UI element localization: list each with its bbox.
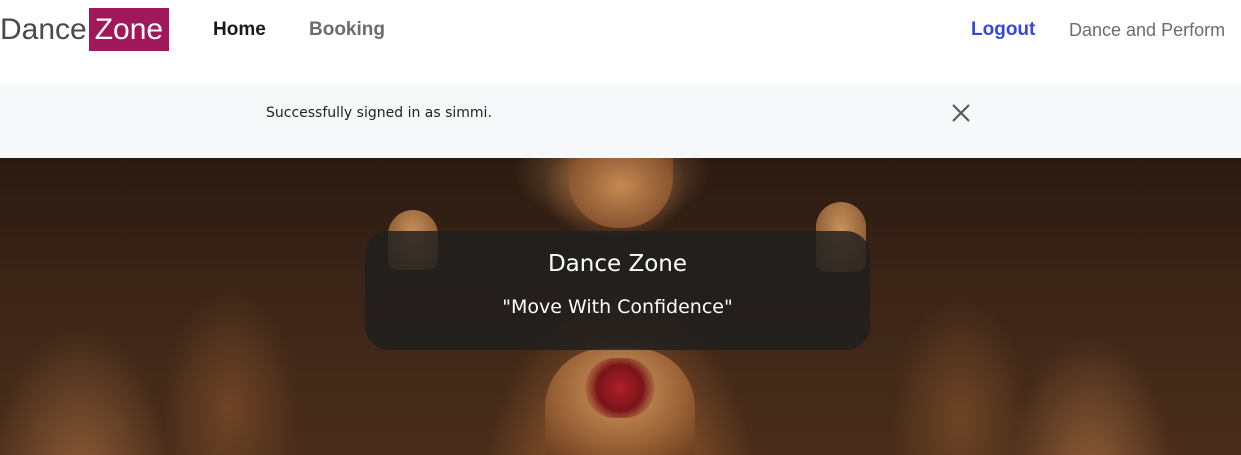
signin-alert <box>0 84 1241 158</box>
nav-home-link[interactable]: Home <box>213 18 266 42</box>
alert-message: Successfully signed in as simmi. <box>266 105 492 121</box>
statue-jewel <box>585 358 655 418</box>
hero-tagline: "Move With Confidence" <box>502 296 733 318</box>
hero-title: Dance Zone <box>547 251 688 277</box>
nav-logout-link[interactable]: Logout <box>971 18 1035 42</box>
close-icon[interactable] <box>950 102 972 124</box>
nav-dance-and-perform-link[interactable]: Dance and Perform <box>1069 18 1225 42</box>
brand-logo[interactable]: Dance Zone <box>0 8 170 51</box>
brand-logo-text-dance: Dance <box>0 13 87 46</box>
navbar: Dance Zone Home Booking Logout Dance and… <box>0 0 1241 62</box>
brand-logo-text-zone: Zone <box>88 8 170 51</box>
nav-booking-link[interactable]: Booking <box>309 18 385 42</box>
